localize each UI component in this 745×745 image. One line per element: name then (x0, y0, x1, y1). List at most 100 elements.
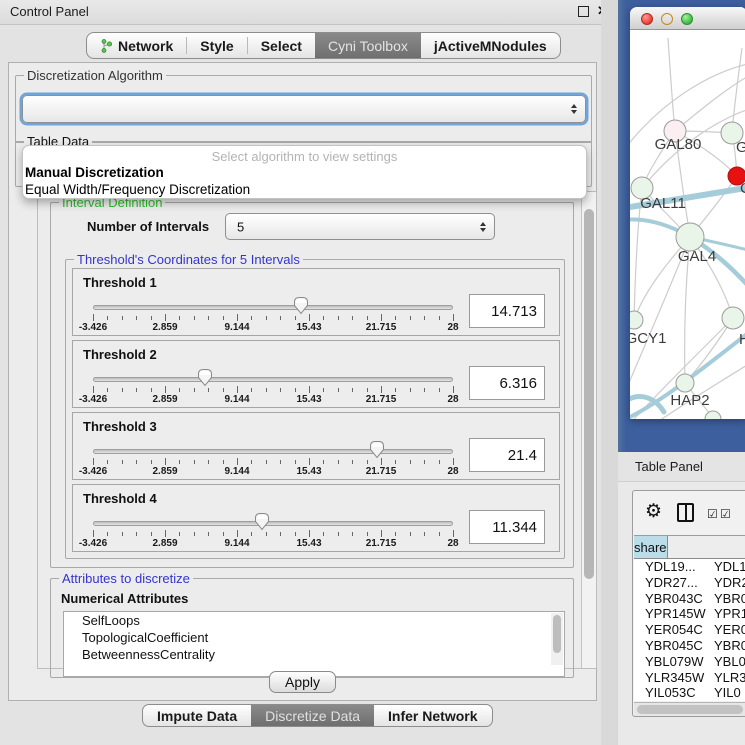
slider-tick-labels: -3.4262.8599.14415.4321.71528 (93, 466, 453, 478)
table-cell: YBL0 (709, 654, 745, 670)
close-traffic-light-icon[interactable] (641, 13, 653, 25)
algorithm-dropdown-popup: Select algorithm to view settings Manual… (22, 145, 587, 199)
tab-impute-data[interactable]: Impute Data (143, 705, 251, 726)
control-panel-title: Control Panel (10, 4, 89, 19)
threshold-panel-3: Threshold 3-3.4262.8599.14415.4321.71528 (72, 412, 560, 480)
slider-ticks (93, 458, 453, 466)
table-cell: YLR3 (709, 670, 745, 686)
tab-style[interactable]: Style (187, 33, 246, 58)
horizontal-scrollbar-thumb[interactable] (637, 705, 743, 714)
tab-infer-network[interactable]: Infer Network (374, 705, 491, 726)
network-window: GAL80GACGAL11GAL4GCY1HHAP2 (630, 7, 745, 419)
top-tab-bar: NetworkStyleSelectCyni Toolbox jActiveMNo… (86, 32, 561, 59)
minimize-traffic-light-icon[interactable] (661, 13, 673, 25)
thresholds-group: Threshold's Coordinates for 5 Intervals … (65, 259, 565, 559)
vertical-scrollbar[interactable] (581, 192, 596, 668)
network-node-hap2[interactable] (676, 374, 694, 392)
panel-divider[interactable] (601, 0, 618, 745)
column-header-1[interactable]: shared... (634, 536, 668, 558)
number-of-intervals-select[interactable]: 5 (225, 213, 495, 240)
threshold-value-input-2[interactable] (469, 366, 545, 400)
table-cell: YIL053C (634, 685, 709, 701)
split-columns-icon[interactable] (677, 503, 694, 522)
table-header-row: shared...na (634, 535, 745, 559)
threshold-value-input-4[interactable] (469, 510, 545, 544)
interval-definition-group: Interval Definition Number of Intervals … (50, 202, 574, 568)
network-window-titlebar[interactable] (630, 7, 745, 30)
network-node-gal4[interactable] (676, 223, 704, 251)
tab-network[interactable]: Network (87, 33, 186, 58)
tab-jactivemnodules[interactable]: jActiveMNodules (421, 33, 560, 58)
tab-label: jActiveMNodules (434, 38, 547, 54)
table-row[interactable]: YDR27...YDR2 (634, 575, 745, 591)
table-cell: YPR1 (709, 606, 745, 622)
network-node-gcy1[interactable] (630, 311, 643, 329)
float-window-icon[interactable] (578, 6, 589, 17)
gear-icon[interactable]: ⚙ (645, 500, 662, 523)
table-row[interactable]: YDL19...YDL1 (634, 559, 745, 575)
slider-ticks (93, 314, 453, 322)
node-label: C (740, 180, 745, 197)
attribute-item-betweennesscentrality[interactable]: BetweennessCentrality (64, 646, 564, 663)
attribute-item-selfloops[interactable]: SelfLoops (64, 612, 564, 629)
slider-ticks (93, 386, 453, 394)
threshold-value-input-3[interactable] (469, 438, 545, 472)
checkbox-icon[interactable]: ☑ (720, 507, 731, 521)
dropdown-option-manual-discretization[interactable]: Manual Discretization (23, 164, 586, 181)
apply-button[interactable]: Apply (269, 671, 336, 693)
slider-track[interactable] (93, 377, 453, 382)
slider-track[interactable] (93, 305, 453, 310)
table-cell: YIL0 (709, 685, 745, 701)
network-canvas[interactable]: GAL80GACGAL11GAL4GCY1HHAP2 (630, 30, 745, 419)
slider-ticks (93, 530, 453, 538)
control-panel: Control Panel ✕ NetworkStyleSelectCyni T… (0, 0, 601, 745)
tab-discretize-data[interactable]: Discretize Data (251, 705, 374, 726)
table-cell: YDR2 (709, 575, 745, 591)
slider-tick-labels: -3.4262.8599.14415.4321.71528 (93, 394, 453, 406)
threshold-panel-1: Threshold 1-3.4262.8599.14415.4321.71528 (72, 268, 560, 336)
table-row[interactable]: YER054CYER0 (634, 622, 745, 638)
vertical-scrollbar-thumb[interactable] (584, 209, 594, 579)
threshold-panel-2: Threshold 2-3.4262.8599.14415.4321.71528 (72, 340, 560, 408)
column-header-2[interactable]: na (668, 536, 745, 558)
horizontal-scrollbar[interactable] (634, 702, 745, 716)
attributes-scrollbar[interactable] (551, 613, 563, 665)
table-cell: YDR27... (634, 575, 709, 591)
combo-arrows-icon (571, 104, 577, 114)
control-panel-titlebar: Control Panel ✕ (0, 0, 601, 25)
slider-track[interactable] (93, 521, 453, 526)
dropdown-options: Manual DiscretizationEqual Width/Frequen… (23, 164, 586, 198)
node-label: GAL4 (678, 248, 716, 265)
table-row[interactable]: YBR043CYBR0 (634, 591, 745, 607)
slider-thumb[interactable] (293, 296, 309, 315)
network-icon (100, 39, 113, 53)
network-node-h[interactable] (722, 307, 744, 329)
checkbox-icon[interactable]: ☑ (707, 507, 718, 521)
table-cell: YER054C (634, 622, 709, 638)
algorithm-select[interactable] (22, 95, 586, 123)
table-row[interactable]: YPR145WYPR1 (634, 606, 745, 622)
network-edge (732, 48, 742, 133)
table-panel-titlebar: Table Panel (618, 452, 745, 482)
threshold-value-input-1[interactable] (469, 294, 545, 328)
network-node[interactable] (705, 411, 721, 419)
slider-thumb[interactable] (197, 368, 213, 387)
slider-track[interactable] (93, 449, 453, 454)
node-label: GAL11 (640, 195, 686, 212)
table-row[interactable]: YBR045CYBR0 (634, 638, 745, 654)
tab-select[interactable]: Select (248, 33, 315, 58)
slider-thumb[interactable] (369, 440, 385, 459)
slider-thumb[interactable] (254, 512, 270, 531)
table-cell: YBR045C (634, 638, 709, 654)
table-row[interactable]: YIL053CYIL0 (634, 685, 745, 701)
table-row[interactable]: YLR345WYLR3 (634, 670, 745, 686)
tab-cyni-toolbox[interactable]: Cyni Toolbox (315, 33, 421, 58)
node-label: HAP2 (670, 392, 709, 409)
dropdown-option-equal-width-frequency-discretization[interactable]: Equal Width/Frequency Discretization (23, 181, 586, 198)
table-cell: YDL19... (634, 559, 709, 575)
number-of-intervals-value: 5 (237, 219, 244, 234)
table-row[interactable]: YBL079WYBL0 (634, 654, 745, 670)
maximize-traffic-light-icon[interactable] (681, 13, 693, 25)
numerical-attributes-list[interactable]: SelfLoopsTopologicalCoefficientBetweenne… (63, 611, 565, 677)
attribute-item-topologicalcoefficient[interactable]: TopologicalCoefficient (64, 629, 564, 646)
